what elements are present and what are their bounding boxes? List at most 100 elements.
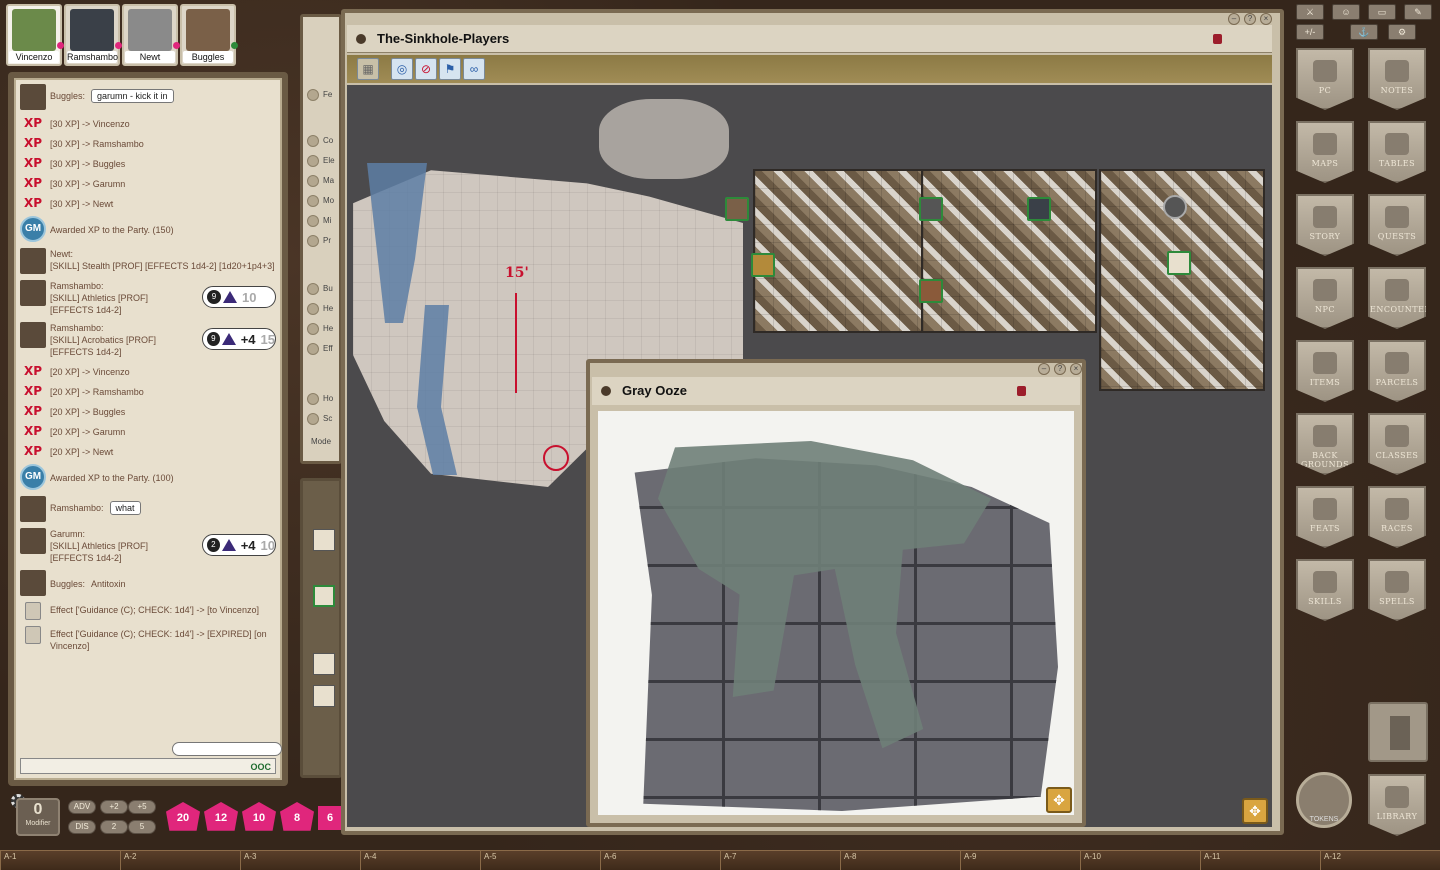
window-minimize-icon[interactable]: – xyxy=(1038,363,1050,375)
library-skills[interactable]: SKILLS xyxy=(1296,559,1354,621)
chat-mode-select[interactable] xyxy=(172,742,282,756)
roll-result[interactable]: 9 +4 15 xyxy=(202,328,276,350)
expand-icon[interactable]: ✥ xyxy=(1242,798,1268,824)
hotkey-slot-9[interactable]: A-9 xyxy=(960,851,1080,870)
library-notes[interactable]: NOTES xyxy=(1368,48,1426,110)
top-icon-0[interactable]: ⚔ xyxy=(1296,4,1324,20)
library-maps[interactable]: MAPS xyxy=(1296,121,1354,183)
library-items[interactable]: ITEMS xyxy=(1296,340,1354,402)
top-icon-6[interactable]: ⚙ xyxy=(1388,24,1416,40)
tracker-entry-active[interactable] xyxy=(313,585,335,607)
tool-item[interactable]: Bu xyxy=(307,283,343,299)
window-menu-icon[interactable] xyxy=(601,386,611,396)
portrait-2[interactable]: Newt xyxy=(122,4,180,66)
window-menu-icon[interactable] xyxy=(356,34,366,44)
hotkey-slot-2[interactable]: A-2 xyxy=(120,851,240,870)
window-minimize-icon[interactable]: – xyxy=(1228,13,1240,25)
modifier-button-3[interactable]: DIS xyxy=(68,820,96,834)
tower-icon[interactable] xyxy=(1368,702,1428,762)
top-icon-2[interactable]: ▭ xyxy=(1368,4,1396,20)
tracker-entry[interactable] xyxy=(313,685,335,707)
modifier-button-1[interactable]: +2 xyxy=(100,800,128,814)
tool-item[interactable]: Ma xyxy=(307,175,343,191)
tool-item[interactable]: Ho xyxy=(307,393,343,409)
library-tables[interactable]: TABLES xyxy=(1368,121,1426,183)
hotkey-slot-7[interactable]: A-7 xyxy=(720,851,840,870)
portrait-1[interactable]: Ramshambo xyxy=(64,4,122,66)
top-icon-4[interactable]: +/- xyxy=(1296,24,1324,40)
window-help-icon[interactable]: ? xyxy=(1244,13,1256,25)
modifier-button-0[interactable]: ADV xyxy=(68,800,96,814)
modifier-button-4[interactable]: 2 xyxy=(100,820,128,834)
modifier-box[interactable]: 0 Modifier xyxy=(16,798,60,836)
modifier-button-2[interactable]: +5 xyxy=(128,800,156,814)
tool-item[interactable]: Co xyxy=(307,135,343,151)
map-token[interactable] xyxy=(919,197,943,221)
roll-result[interactable]: 9 10 xyxy=(202,286,276,308)
ooc-label[interactable]: OOC xyxy=(250,762,271,772)
library-button[interactable]: LIBRARY xyxy=(1368,774,1426,836)
modifier-button-5[interactable]: 5 xyxy=(128,820,156,834)
window-close-icon[interactable]: × xyxy=(1070,363,1082,375)
tracker-entry[interactable] xyxy=(313,529,335,551)
chat-log[interactable]: Buggles: garumn - kick it in XP [30 XP] -> … xyxy=(20,84,276,736)
library-races[interactable]: RACES xyxy=(1368,486,1426,548)
hotkey-slot-3[interactable]: A-3 xyxy=(240,851,360,870)
target-icon[interactable]: ◎ xyxy=(391,58,413,80)
library-classes[interactable]: CLASSES xyxy=(1368,413,1426,475)
map-titlebar[interactable]: The-Sinkhole-Players xyxy=(347,25,1272,53)
chat-input[interactable]: OOC xyxy=(20,758,276,774)
portrait-3[interactable]: Buggles xyxy=(180,4,238,66)
tool-item[interactable]: Eff xyxy=(307,343,343,359)
library-quests[interactable]: QUESTS xyxy=(1368,194,1426,256)
hotkey-slot-1[interactable]: A-1 xyxy=(0,851,120,870)
map-token[interactable] xyxy=(725,197,749,221)
library-spells[interactable]: SPELLS xyxy=(1368,559,1426,621)
tool-item[interactable]: He xyxy=(307,323,343,339)
top-icon-5[interactable]: ⚓ xyxy=(1350,24,1378,40)
hotkey-slot-5[interactable]: A-5 xyxy=(480,851,600,870)
hotkey-slot-6[interactable]: A-6 xyxy=(600,851,720,870)
hotkey-slot-10[interactable]: A-10 xyxy=(1080,851,1200,870)
tool-item[interactable]: Pr xyxy=(307,235,343,251)
library-feats[interactable]: FEATS xyxy=(1296,486,1354,548)
lock-icon[interactable] xyxy=(1213,34,1222,44)
top-icon-3[interactable]: ✎ xyxy=(1404,4,1432,20)
expand-icon[interactable]: ✥ xyxy=(1046,787,1072,813)
clear-targets-icon[interactable]: ⊘ xyxy=(415,58,437,80)
hotkey-slot-12[interactable]: A-12 xyxy=(1320,851,1440,870)
tool-item[interactable]: Sc xyxy=(307,413,343,429)
tool-item[interactable]: Ele xyxy=(307,155,343,171)
map-token[interactable] xyxy=(919,279,943,303)
tracker-entry[interactable] xyxy=(313,653,335,675)
tool-item[interactable]: Mo xyxy=(307,195,343,211)
map-token[interactable] xyxy=(1167,251,1191,275)
map-token[interactable] xyxy=(751,253,775,277)
tokens-button[interactable]: TOKENS xyxy=(1296,772,1352,828)
library-encounters[interactable]: ENCOUNTERS xyxy=(1368,267,1426,329)
image-titlebar[interactable]: Gray Ooze xyxy=(592,377,1080,405)
library-pc[interactable]: PC xyxy=(1296,48,1354,110)
lock-icon[interactable] xyxy=(1017,386,1026,396)
grid-icon[interactable]: ▦ xyxy=(357,58,379,80)
top-icon-1[interactable]: ☺ xyxy=(1332,4,1360,20)
tool-item[interactable]: Fe xyxy=(307,89,343,105)
library-parcels[interactable]: PARCELS xyxy=(1368,340,1426,402)
map-token-round[interactable] xyxy=(1163,195,1187,219)
hotkey-slot-11[interactable]: A-11 xyxy=(1200,851,1320,870)
die-d6[interactable]: 6 xyxy=(318,806,342,830)
roll-result[interactable]: 2 +4 10 xyxy=(202,534,276,556)
library-back-grounds[interactable]: BACK GROUNDS xyxy=(1296,413,1354,475)
tool-item[interactable]: Mi xyxy=(307,215,343,231)
link-icon[interactable]: ∞ xyxy=(463,58,485,80)
window-close-icon[interactable]: × xyxy=(1260,13,1272,25)
hotkey-slot-4[interactable]: A-4 xyxy=(360,851,480,870)
flag-icon[interactable]: ⚑ xyxy=(439,58,461,80)
window-help-icon[interactable]: ? xyxy=(1054,363,1066,375)
hotkey-slot-8[interactable]: A-8 xyxy=(840,851,960,870)
library-npc[interactable]: NPC xyxy=(1296,267,1354,329)
map-token[interactable] xyxy=(1027,197,1051,221)
library-story[interactable]: STORY xyxy=(1296,194,1354,256)
tool-item[interactable]: Mode xyxy=(307,437,343,453)
portrait-0[interactable]: Vincenzo xyxy=(6,4,64,66)
